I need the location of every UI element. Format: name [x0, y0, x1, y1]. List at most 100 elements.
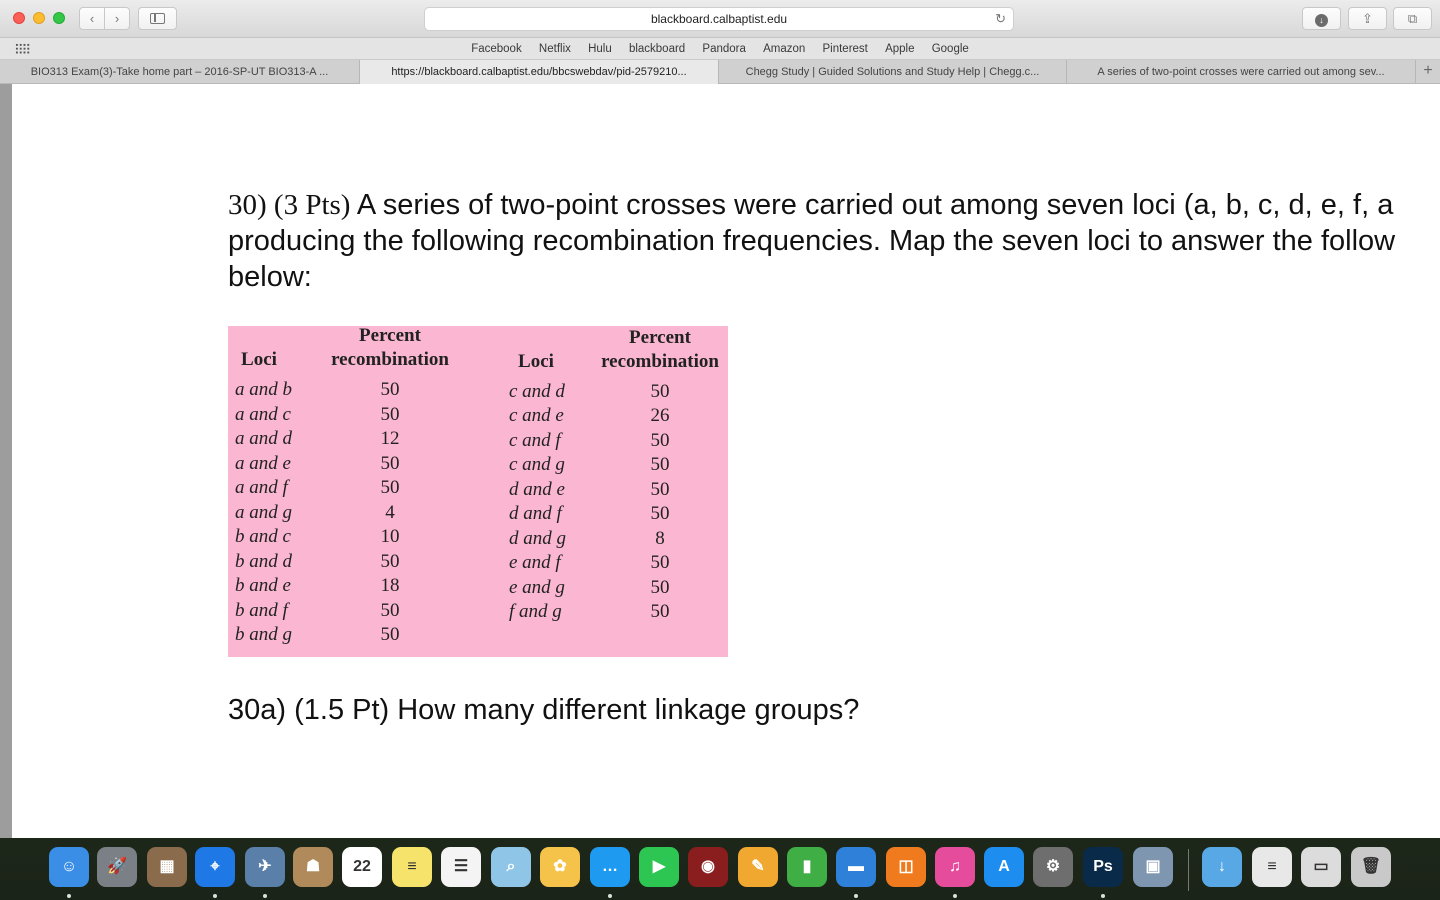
favorite-facebook[interactable]: Facebook: [471, 38, 522, 60]
maps-icon[interactable]: ⌕: [491, 847, 531, 887]
itunes-icon[interactable]: ♫: [935, 847, 975, 887]
numbers-icon[interactable]: ▮: [787, 847, 827, 887]
trash-icon[interactable]: 🗑: [1351, 847, 1391, 887]
table-cell-loci: c and f: [509, 429, 561, 451]
forward-button[interactable]: ›: [104, 7, 130, 30]
table-cell-loci: b and f: [235, 599, 288, 621]
browser-window: ‹ › blackboard.calbaptist.edu ↻ ↓ ⇪ ⧉ Fa…: [0, 0, 1440, 838]
table-cell-loci: c and e: [509, 405, 564, 426]
favorites-bar: Facebook Netflix Hulu blackboard Pandora…: [0, 38, 1440, 60]
table-cell-percent: 50: [380, 477, 400, 498]
favorite-apple[interactable]: Apple: [885, 38, 914, 60]
tab-chegg[interactable]: Chegg Study | Guided Solutions and Study…: [719, 60, 1067, 84]
question-line-1: A series of two-point crosses were carri…: [350, 189, 1394, 221]
address-bar[interactable]: blackboard.calbaptist.edu ↻: [424, 7, 1014, 31]
running-indicator: [608, 894, 612, 898]
header-percent-right: Percent: [629, 327, 691, 348]
favorite-pandora[interactable]: Pandora: [702, 38, 745, 60]
facetime-icon[interactable]: ▶: [639, 847, 679, 887]
table-cell-percent: 50: [380, 550, 400, 572]
favorite-hulu[interactable]: Hulu: [588, 38, 612, 60]
photoshop-icon[interactable]: Ps: [1083, 847, 1123, 887]
favorite-google[interactable]: Google: [932, 38, 969, 60]
table-cell-loci: d and f: [509, 503, 562, 524]
document-page: 30) (3 Pts) A series of two-point crosse…: [12, 84, 1440, 838]
table-cell-loci: a and d: [235, 428, 292, 449]
table-cell-percent: 50: [650, 478, 670, 500]
table-cell-percent: 18: [380, 575, 400, 596]
pages-icon[interactable]: ✎: [738, 847, 778, 887]
back-button[interactable]: ‹: [79, 7, 105, 30]
header-percent-left: Percent: [359, 325, 421, 346]
running-indicator: [263, 894, 267, 898]
safari-icon[interactable]: ⌖: [195, 847, 235, 887]
sidebar-toggle-button[interactable]: [138, 7, 177, 30]
messages-icon[interactable]: …: [590, 847, 630, 887]
favorite-pinterest[interactable]: Pinterest: [822, 38, 867, 60]
table-cell-percent: 12: [380, 428, 400, 449]
header-loci-left: Loci: [241, 349, 277, 370]
keynote-icon[interactable]: ▬: [836, 847, 876, 887]
downloads-folder-icon[interactable]: ↓: [1202, 847, 1242, 887]
calculator-icon[interactable]: ▦: [147, 847, 187, 887]
system-preferences-icon[interactable]: ⚙: [1033, 847, 1073, 887]
table-cell-percent: 26: [650, 405, 670, 426]
table-cell-percent: 50: [650, 429, 670, 451]
favorite-amazon[interactable]: Amazon: [763, 38, 805, 60]
calendar-icon[interactable]: 22: [342, 847, 382, 887]
photos-icon[interactable]: ✿: [540, 847, 580, 887]
table-cell-percent: 50: [380, 452, 400, 474]
dock-separator: [1188, 849, 1189, 891]
tabs-icon: ⧉: [1407, 11, 1418, 26]
download-icon: ↓: [1315, 14, 1328, 27]
app-store-icon[interactable]: A: [984, 847, 1024, 887]
table-cell-loci: a and g: [235, 501, 292, 523]
table-cell-percent: 50: [380, 403, 400, 425]
chevron-left-icon: ‹: [89, 11, 95, 26]
table-cell-loci: a and c: [235, 403, 291, 425]
image-capture-icon[interactable]: ▣: [1133, 847, 1173, 887]
tab-exam[interactable]: BIO313 Exam(3)-Take home part – 2016-SP-…: [0, 60, 360, 84]
question-points: 30) (3 Pts): [228, 189, 351, 221]
tab-bar: BIO313 Exam(3)-Take home part – 2016-SP-…: [0, 60, 1440, 84]
table-cell-percent: 50: [380, 624, 400, 645]
table-cell-percent: 50: [650, 454, 670, 475]
launchpad-icon[interactable]: 🚀: [97, 847, 137, 887]
close-window-button[interactable]: [13, 12, 25, 24]
new-tab-button[interactable]: +: [1416, 60, 1440, 84]
table-cell-loci: e and g: [509, 576, 565, 598]
ibooks-icon[interactable]: ◫: [886, 847, 926, 887]
recombination-table: Loci Percent recombination Loci Percent …: [228, 325, 728, 657]
contacts-icon[interactable]: ☗: [293, 847, 333, 887]
screenshot-stack-icon[interactable]: ▭: [1301, 847, 1341, 887]
notes-icon[interactable]: ≡: [392, 847, 432, 887]
running-indicator: [1101, 894, 1105, 898]
tab-blackboard-file[interactable]: https://blackboard.calbaptist.edu/bbcswe…: [360, 60, 719, 84]
photo-booth-icon[interactable]: ◉: [688, 847, 728, 887]
preview-icon[interactable]: ✈: [245, 847, 285, 887]
downloads-button[interactable]: ↓: [1302, 7, 1341, 30]
table-cell-percent: 50: [650, 552, 670, 573]
minimize-window-button[interactable]: [33, 12, 45, 24]
reminders-icon[interactable]: ☰: [441, 847, 481, 887]
reload-icon[interactable]: ↻: [995, 8, 1006, 30]
table-cell-loci: a and e: [235, 452, 291, 474]
header-recombination-left: recombination: [331, 349, 449, 370]
tab-question-search[interactable]: A series of two-point crosses were carri…: [1067, 60, 1416, 84]
favorite-netflix[interactable]: Netflix: [539, 38, 571, 60]
favorite-blackboard[interactable]: blackboard: [629, 38, 685, 60]
header-loci-right: Loci: [518, 351, 554, 372]
table-cell-loci: a and f: [235, 477, 288, 498]
pdf-viewer-margin: [0, 84, 12, 838]
table-cell-percent: 50: [380, 379, 400, 400]
finder-icon[interactable]: ☺: [49, 847, 89, 887]
fullscreen-window-button[interactable]: [53, 12, 65, 24]
address-text: blackboard.calbaptist.edu: [650, 12, 788, 26]
table-cell-percent: 50: [650, 576, 670, 598]
question-text: 30) (3 Pts) A series of two-point crosse…: [228, 187, 1440, 295]
document-stack-icon[interactable]: ≡: [1252, 847, 1292, 887]
share-button[interactable]: ⇪: [1348, 7, 1387, 30]
tab-overview-button[interactable]: ⧉: [1393, 7, 1432, 30]
table-cell-loci: b and d: [235, 550, 292, 572]
table-cell-percent: 50: [650, 380, 670, 402]
